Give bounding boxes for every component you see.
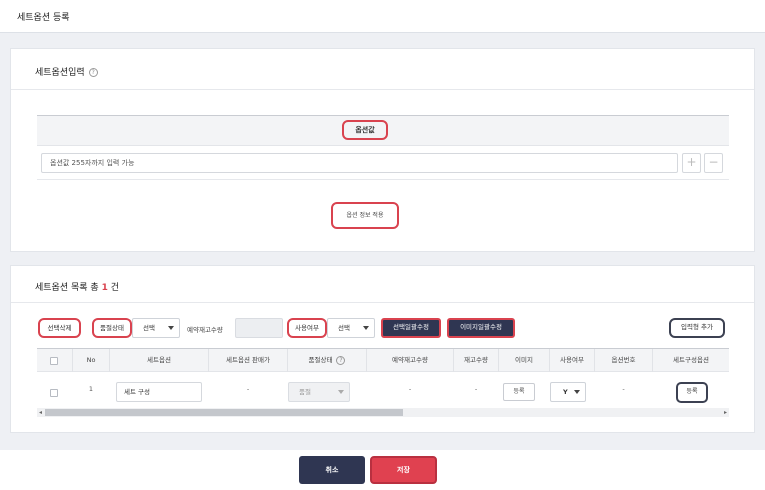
column-header-reserve-stock: 예약재고수량 bbox=[392, 356, 428, 364]
help-icon[interactable]: ? bbox=[88, 68, 98, 77]
image-register-button[interactable]: 등록 bbox=[503, 383, 535, 401]
divider bbox=[11, 302, 754, 303]
column-header-image: 이미지 bbox=[515, 356, 533, 364]
row-option-no: - bbox=[622, 385, 625, 393]
option-input-panel: 세트옵션입력? 옵션값 옵션값 255자까지 입력 가능 + − 옵션 정보 적… bbox=[10, 48, 755, 252]
cancel-button[interactable]: 취소 bbox=[299, 456, 365, 484]
set-option-input[interactable]: 세트 구성 bbox=[116, 382, 202, 402]
column-header-composition: 세트구성옵션 bbox=[673, 356, 709, 364]
remove-option-button[interactable]: − bbox=[704, 153, 723, 173]
column-header-use: 사용여부 bbox=[560, 356, 584, 364]
row-soldout-select: 품절 bbox=[288, 382, 350, 402]
bulk-edit-selected-button[interactable]: 선택일괄수정 bbox=[381, 318, 441, 338]
row-price: - bbox=[246, 385, 250, 393]
row-stock: - bbox=[474, 385, 478, 393]
option-list-panel-title: 세트옵션 목록 총 1 건 bbox=[35, 283, 119, 293]
option-count: 1 bbox=[101, 283, 108, 293]
option-list-table-header: No 세트옵션 세트옵션 판매가 품절상태? 예약재고수량 재고수량 이미지 사… bbox=[37, 348, 729, 372]
add-input-item-button[interactable]: 입력형 추가 bbox=[669, 318, 725, 338]
help-icon[interactable]: ? bbox=[336, 355, 346, 365]
divider bbox=[11, 89, 754, 90]
option-input-panel-title: 세트옵션입력? bbox=[35, 65, 98, 78]
horizontal-scrollbar[interactable]: ◂ ▸ bbox=[37, 408, 729, 417]
bulk-edit-image-button[interactable]: 이미지일괄수정 bbox=[447, 318, 515, 338]
apply-option-info-button[interactable]: 옵션 정보 적용 bbox=[331, 202, 399, 229]
reserve-stock-input[interactable] bbox=[235, 318, 283, 338]
soldout-status-select[interactable]: 선택 bbox=[132, 318, 180, 338]
scrollbar-thumb[interactable] bbox=[45, 409, 403, 416]
column-header-set-option: 세트옵션 bbox=[147, 356, 171, 364]
option-value-input[interactable]: 옵션값 255자까지 입력 가능 bbox=[41, 153, 678, 173]
divider bbox=[37, 179, 729, 180]
scroll-right-icon[interactable]: ▸ bbox=[724, 408, 727, 417]
use-status-select[interactable]: 선택 bbox=[327, 318, 375, 338]
chevron-down-icon bbox=[363, 326, 369, 330]
add-option-button[interactable]: + bbox=[682, 153, 701, 173]
row-use-select[interactable]: Y bbox=[550, 382, 586, 402]
composition-register-button[interactable]: 등록 bbox=[676, 382, 708, 403]
option-table-header: 옵션값 bbox=[37, 115, 729, 146]
column-header-soldout: 품절상태? bbox=[288, 349, 366, 373]
scroll-left-icon[interactable]: ◂ bbox=[39, 408, 42, 417]
chevron-down-icon bbox=[338, 390, 344, 394]
select-all-checkbox[interactable] bbox=[50, 357, 58, 365]
row-checkbox[interactable] bbox=[50, 389, 58, 397]
option-list-panel: 세트옵션 목록 총 1 건 선택삭제 품절상태 선택 예약재고수량 사용여부 선… bbox=[10, 265, 755, 433]
reserve-stock-label: 예약재고수량 bbox=[187, 326, 223, 334]
column-header-stock: 재고수량 bbox=[464, 356, 488, 364]
save-button[interactable]: 저장 bbox=[370, 456, 437, 484]
row-reserve-stock: - bbox=[408, 385, 412, 393]
column-header-no: No bbox=[86, 356, 96, 364]
chevron-down-icon bbox=[168, 326, 174, 330]
row-no: 1 bbox=[88, 385, 94, 393]
column-header-option-no: 옵션번호 bbox=[611, 356, 636, 364]
soldout-status-label: 품절상태 bbox=[92, 318, 132, 338]
chevron-down-icon bbox=[574, 390, 580, 394]
use-status-label: 사용여부 bbox=[287, 318, 327, 338]
column-header-price: 세트옵션 판매가 bbox=[226, 356, 270, 364]
option-value-column-header: 옵션값 bbox=[342, 120, 388, 140]
page-header: 세트옵션 등록 bbox=[0, 0, 765, 33]
page-title: 세트옵션 등록 bbox=[17, 13, 70, 23]
delete-selected-button[interactable]: 선택삭제 bbox=[38, 318, 81, 338]
